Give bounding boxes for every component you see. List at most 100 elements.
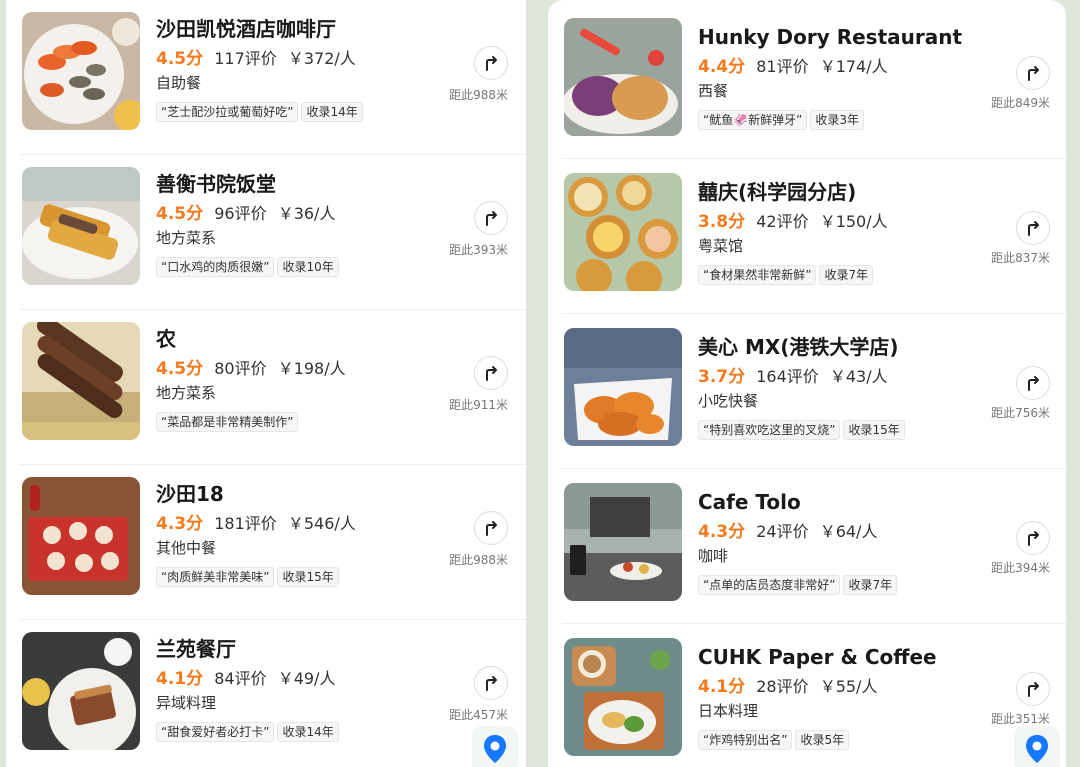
route-arrow-icon xyxy=(486,56,497,71)
avg-price: ￥198/人 xyxy=(277,359,346,378)
restaurant-name[interactable]: 美心 MX(港铁大学店) xyxy=(698,334,976,360)
route-button[interactable] xyxy=(1016,366,1050,400)
route-button[interactable] xyxy=(474,666,508,700)
route-button[interactable] xyxy=(1016,521,1050,555)
pastry-plate-photo[interactable] xyxy=(564,18,682,136)
listed-years-tag: 收录7年 xyxy=(843,575,898,595)
distance-label: 距此911米 xyxy=(449,398,508,412)
tag-row: “炸鸡特别出名” 收录5年 xyxy=(698,729,976,750)
listed-years-tag: 收录15年 xyxy=(277,567,339,587)
category-label: 自助餐 xyxy=(156,74,202,92)
restaurant-name[interactable]: 沙田凯悦酒店咖啡厅 xyxy=(156,16,436,42)
restaurant-name[interactable]: 兰苑餐厅 xyxy=(156,636,436,662)
route-button[interactable] xyxy=(1016,56,1050,90)
distance-label: 距此457米 xyxy=(449,708,508,722)
restaurant-name[interactable]: 农 xyxy=(156,326,436,352)
category-label: 地方菜系 xyxy=(156,384,217,402)
category-label: 地方菜系 xyxy=(156,229,217,247)
review-quote-tag: “甜食爱好者必打卡” xyxy=(156,722,275,742)
review-count: 96评价 xyxy=(214,204,267,223)
route-arrow-icon xyxy=(1028,66,1039,81)
right-restaurant-list: Hunky Dory Restaurant 4.4分 81评价 ￥174/人 西… xyxy=(548,0,1066,767)
restaurant-card[interactable]: CUHK Paper & Coffee 4.1分 28评价 ￥55/人 日本料理… xyxy=(548,624,1066,767)
restaurant-name[interactable]: Cafe Tolo xyxy=(698,489,976,515)
rating-score: 4.3分 xyxy=(698,522,746,542)
tag-row: “芝士配沙拉或葡萄好吃” 收录14年 xyxy=(156,101,436,122)
review-count: 84评价 xyxy=(214,669,267,688)
rating-row: 4.1分 28评价 ￥55/人 xyxy=(698,676,976,698)
review-count: 24评价 xyxy=(756,522,809,541)
restaurant-name[interactable]: 囍庆(科学园分店) xyxy=(698,179,976,205)
map-view-button[interactable] xyxy=(1014,726,1060,767)
tag-row: “甜食爱好者必打卡” 收录14年 xyxy=(156,721,436,742)
restaurant-card[interactable]: 沙田18 4.3分 181评价 ￥546/人 其他中餐 “肉质鲜美非常美味” 收录… xyxy=(6,465,526,620)
distance-label: 距此988米 xyxy=(449,553,508,567)
map-pin-icon xyxy=(484,735,506,763)
tag-row: “口水鸡的肉质很嫩” 收录10年 xyxy=(156,256,436,277)
category-label: 其他中餐 xyxy=(156,539,217,557)
rating-score: 4.5分 xyxy=(156,359,204,379)
route-arrow-icon xyxy=(1028,682,1039,697)
avg-price: ￥36/人 xyxy=(277,204,336,223)
rating-row: 4.1分 84评价 ￥49/人 xyxy=(156,668,436,690)
cafe-terrace-photo[interactable] xyxy=(564,483,682,601)
restaurant-card[interactable]: 兰苑餐厅 4.1分 84评价 ￥49/人 异域料理 “甜食爱好者必打卡” 收录14… xyxy=(6,620,526,767)
avg-price: ￥372/人 xyxy=(287,49,356,68)
restaurant-name[interactable]: 善衡书院饭堂 xyxy=(156,171,436,197)
rating-row: 4.5分 96评价 ￥36/人 xyxy=(156,203,436,225)
fried-chicken-box-photo[interactable] xyxy=(564,328,682,446)
restaurant-card[interactable]: 农 4.5分 80评价 ￥198/人 地方菜系 “菜品都是非常精美制作” 距此9… xyxy=(6,310,526,465)
route-arrow-icon xyxy=(1028,531,1039,546)
rating-row: 4.5分 117评价 ￥372/人 xyxy=(156,48,436,70)
restaurant-card[interactable]: 囍庆(科学园分店) 3.8分 42评价 ￥150/人 粤菜馆 “食材果然非常新鲜… xyxy=(548,159,1066,314)
route-button[interactable] xyxy=(474,511,508,545)
restaurant-card[interactable]: 善衡书院饭堂 4.5分 96评价 ￥36/人 地方菜系 “口水鸡的肉质很嫩” 收录… xyxy=(6,155,526,310)
route-button[interactable] xyxy=(1016,672,1050,706)
route-arrow-icon xyxy=(486,521,497,536)
category-label: 咖啡 xyxy=(698,547,729,565)
listed-years-tag: 收录5年 xyxy=(795,730,850,750)
restaurant-info: 美心 MX(港铁大学店) 3.7分 164评价 ￥43/人 小吃快餐 “特别喜欢… xyxy=(698,334,976,440)
tag-row: “鱿鱼🦑新鲜弹牙” 收录3年 xyxy=(698,109,976,130)
rating-score: 3.8分 xyxy=(698,212,746,232)
listed-years-tag: 收录14年 xyxy=(277,722,339,742)
avg-price: ￥546/人 xyxy=(287,514,356,533)
distance-label: 距此351米 xyxy=(991,712,1050,726)
avg-price: ￥64/人 xyxy=(819,522,878,541)
map-view-button[interactable] xyxy=(472,726,518,767)
coffee-brunch-photo[interactable] xyxy=(564,638,682,756)
restaurant-card[interactable]: 沙田凯悦酒店咖啡厅 4.5分 117评价 ￥372/人 自助餐 “芝士配沙拉或葡… xyxy=(6,0,526,155)
rating-score: 4.1分 xyxy=(698,677,746,697)
restaurant-name[interactable]: Hunky Dory Restaurant xyxy=(698,24,976,50)
seafood-buffet-photo[interactable] xyxy=(22,12,140,130)
dim-sum-tray-photo[interactable] xyxy=(22,477,140,595)
rolls-platter-photo[interactable] xyxy=(22,322,140,440)
category-label: 异域料理 xyxy=(156,694,217,712)
category-label: 粤菜馆 xyxy=(698,237,744,255)
review-count: 181评价 xyxy=(214,514,277,533)
map-pin-icon xyxy=(1026,735,1048,763)
restaurant-card[interactable]: 美心 MX(港铁大学店) 3.7分 164评价 ￥43/人 小吃快餐 “特别喜欢… xyxy=(548,314,1066,469)
restaurant-name[interactable]: 沙田18 xyxy=(156,481,436,507)
route-button[interactable] xyxy=(1016,211,1050,245)
review-count: 80评价 xyxy=(214,359,267,378)
restaurant-name[interactable]: CUHK Paper & Coffee xyxy=(698,644,976,670)
restaurant-card[interactable]: Hunky Dory Restaurant 4.4分 81评价 ￥174/人 西… xyxy=(548,4,1066,159)
route-button[interactable] xyxy=(474,201,508,235)
avg-price: ￥150/人 xyxy=(819,212,888,231)
route-arrow-icon xyxy=(1028,376,1039,391)
route-button[interactable] xyxy=(474,356,508,390)
review-count: 81评价 xyxy=(756,57,809,76)
review-count: 28评价 xyxy=(756,677,809,696)
review-count: 117评价 xyxy=(214,49,277,68)
route-button[interactable] xyxy=(474,46,508,80)
listed-years-tag: 收录7年 xyxy=(819,265,874,285)
review-count: 164评价 xyxy=(756,367,819,386)
dim-sum-baskets-photo[interactable] xyxy=(564,173,682,291)
toast-dish-photo[interactable] xyxy=(22,167,140,285)
rating-score: 4.3分 xyxy=(156,514,204,534)
review-quote-tag: “鱿鱼🦑新鲜弹牙” xyxy=(698,110,808,130)
dessert-plate-photo[interactable] xyxy=(22,632,140,750)
restaurant-card[interactable]: Cafe Tolo 4.3分 24评价 ￥64/人 咖啡 “点单的店员态度非常好… xyxy=(548,469,1066,624)
review-quote-tag: “食材果然非常新鲜” xyxy=(698,265,817,285)
